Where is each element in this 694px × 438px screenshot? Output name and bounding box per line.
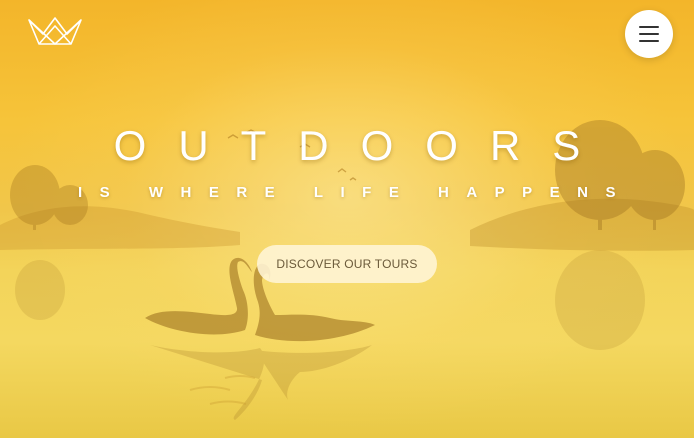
swan-reflections <box>150 345 372 420</box>
hamburger-line <box>639 40 659 42</box>
crown-logo-icon[interactable] <box>27 16 83 46</box>
hamburger-menu-button[interactable] <box>625 10 673 58</box>
hero-section: OUTDOORS IS WHERE LIFE HAPPENS DISCOVER … <box>0 0 694 438</box>
hamburger-line <box>639 33 659 35</box>
hero-background-scenery <box>0 120 694 420</box>
hamburger-line <box>639 26 659 28</box>
water-ripples <box>189 375 256 405</box>
discover-tours-button[interactable]: DISCOVER OUR TOURS <box>257 245 437 283</box>
hero-title: OUTDOORS <box>113 122 613 169</box>
hero-subtitle: IS WHERE LIFE HAPPENS <box>77 184 634 201</box>
